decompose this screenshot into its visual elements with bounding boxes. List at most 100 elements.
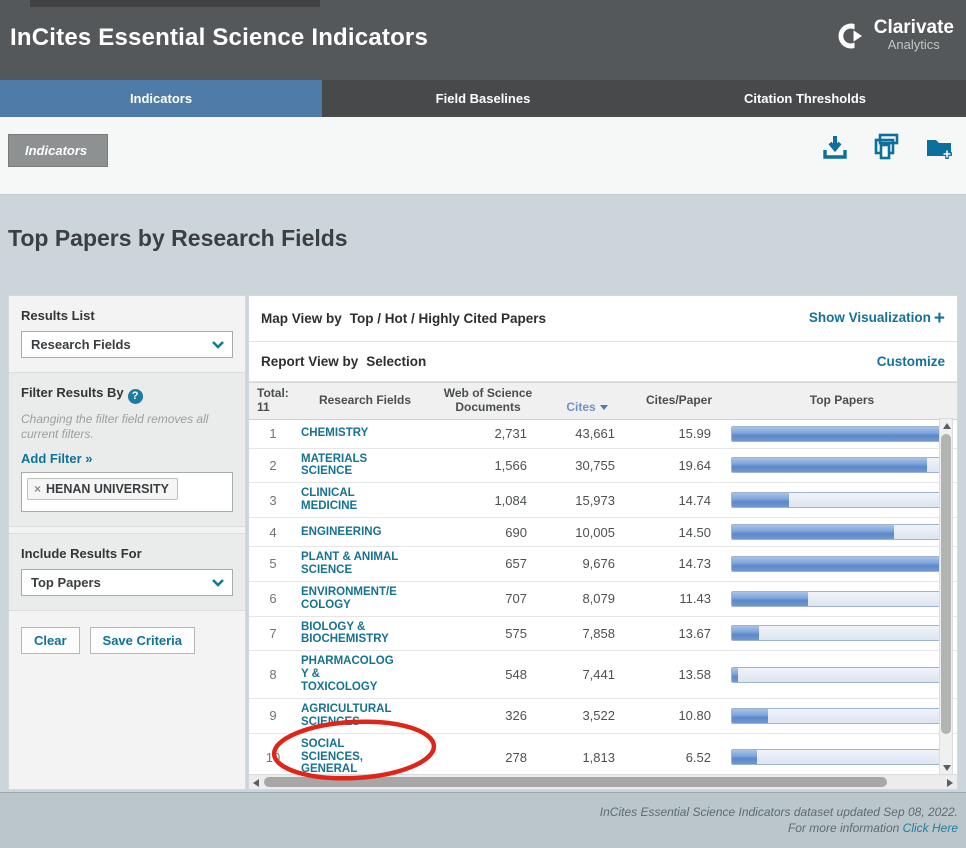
research-field-link[interactable]: AGRICULTURAL SCIENCES <box>297 699 433 733</box>
map-view-title: Top / Hot / Highly Cited Papers <box>349 311 547 326</box>
top-papers-bar-cell <box>727 520 957 544</box>
report-panel: Map View by Top / Hot / Highly Cited Pape… <box>248 295 958 790</box>
include-results-section: Include Results For Top Papers <box>9 532 245 611</box>
cites-per-paper-value: 11.43 <box>679 591 711 607</box>
include-results-label: Include Results For <box>21 545 142 561</box>
cites-per-paper-value: 15.99 <box>678 426 711 442</box>
cites-per-paper-value: 10.80 <box>678 708 711 724</box>
total-count: Total: 11 <box>257 386 289 414</box>
cites-value: 43,661 <box>575 426 615 442</box>
filter-section: Filter Results By? Changing the filter f… <box>9 372 245 527</box>
wos-documents-value: 548 <box>505 667 527 683</box>
help-icon[interactable]: ? <box>127 388 143 404</box>
scroll-left-icon[interactable] <box>253 779 259 787</box>
wos-documents-value: 2,731 <box>494 426 527 442</box>
col-cites-label: Cites <box>566 399 596 414</box>
add-filter-link[interactable]: Add Filter » <box>21 451 93 466</box>
research-field-link[interactable]: CLINICAL MEDICINE <box>297 483 433 517</box>
tab-citation-thresholds[interactable]: Citation Thresholds <box>644 80 966 117</box>
map-view-label: Map View by Top / Hot / Highly Cited Pape… <box>261 311 546 326</box>
map-view-prefix: Map View by <box>261 311 342 326</box>
cites-per-paper-value: 14.50 <box>678 524 711 540</box>
save-criteria-button[interactable]: Save Criteria <box>89 626 196 654</box>
toolbar: Indicators <box>0 117 966 195</box>
show-visualization-link[interactable]: Show Visualization + <box>809 308 945 330</box>
cites-per-paper-value: 6.52 <box>685 749 711 765</box>
sort-desc-icon <box>599 404 608 410</box>
chip-remove-icon[interactable]: × <box>34 483 41 495</box>
top-papers-bar-cell <box>727 453 957 477</box>
top-papers-bar-fill <box>732 458 928 473</box>
footer-line1: InCites Essential Science Indicators dat… <box>599 805 958 819</box>
filter-note: Changing the filter field removes all cu… <box>21 411 209 441</box>
vertical-scrollbar[interactable] <box>939 418 953 776</box>
top-papers-bar-track <box>731 590 943 607</box>
filter-input[interactable]: × HENAN UNIVERSITY <box>21 471 233 512</box>
table-row: 5 PLANT & ANIMAL SCIENCE 657 9,676 14.73 <box>249 547 957 582</box>
click-here-link[interactable]: Click Here <box>903 821 958 835</box>
top-papers-bar-fill <box>732 525 894 540</box>
top-papers-bar-fill <box>732 708 768 723</box>
page-footer: InCites Essential Science Indicators dat… <box>0 792 966 848</box>
filter-label-text: Filter Results By <box>21 385 124 400</box>
horizontal-scroll-thumb[interactable] <box>264 777 887 787</box>
wos-documents-value: 278 <box>505 749 527 765</box>
research-field-link[interactable]: ENGINEERING <box>297 522 433 543</box>
top-papers-bar-cell <box>727 621 957 645</box>
top-papers-bar-fill <box>732 750 758 765</box>
top-papers-bar-cell <box>727 587 957 611</box>
top-papers-bar-fill <box>732 556 942 571</box>
download-icon[interactable] <box>820 132 850 162</box>
col-wos-documents: Web of Science Documents <box>443 386 533 414</box>
table-row: 1 CHEMISTRY 2,731 43,661 15.99 <box>249 420 957 449</box>
col-cites-sort[interactable]: Cites <box>543 383 631 419</box>
customize-link[interactable]: Customize <box>877 354 945 369</box>
top-papers-bar-track <box>731 707 943 724</box>
include-results-select[interactable]: Top Papers <box>21 568 233 596</box>
app-header: InCites Essential Science Indicators Cla… <box>0 0 966 80</box>
brand-name: Clarivate <box>873 17 954 38</box>
vertical-scroll-thumb[interactable] <box>941 434 951 734</box>
esi-app-window: InCites Essential Science Indicators Cla… <box>0 0 966 848</box>
cites-per-paper-value: 14.73 <box>678 556 711 572</box>
clear-button[interactable]: Clear <box>21 626 80 654</box>
row-rank: 8 <box>269 667 277 683</box>
wos-documents-value: 707 <box>505 591 527 607</box>
folder-add-icon[interactable] <box>924 132 954 162</box>
scroll-down-icon[interactable] <box>943 765 951 771</box>
sidebar-filters: Results List Research Fields Filter Resu… <box>8 295 246 790</box>
plus-icon: + <box>933 307 945 329</box>
results-list-select[interactable]: Research Fields <box>21 331 233 358</box>
research-field-link[interactable]: PHARMACOLOG Y & TOXICOLOGY <box>297 651 433 698</box>
tab-field-baselines[interactable]: Field Baselines <box>322 80 644 117</box>
research-field-link[interactable]: PLANT & ANIMAL SCIENCE <box>297 547 433 581</box>
scroll-right-icon[interactable] <box>947 779 953 787</box>
table-row: 6 ENVIRONMENT/E COLOGY 707 8,079 11.43 <box>249 582 957 617</box>
table-row: 9 AGRICULTURAL SCIENCES 326 3,522 10.80 <box>249 699 957 734</box>
report-view-label: Report View by Selection <box>261 354 426 369</box>
scroll-up-icon[interactable] <box>943 423 951 429</box>
cites-value: 15,973 <box>575 492 615 508</box>
table-row: 7 BIOLOGY & BIOCHEMISTRY 575 7,858 13.67 <box>249 617 957 652</box>
cites-value: 30,755 <box>575 457 615 473</box>
research-field-link[interactable]: MATERIALS SCIENCE <box>297 449 433 483</box>
breadcrumb-indicators[interactable]: Indicators <box>8 134 108 167</box>
research-field-link[interactable]: CHEMISTRY <box>297 423 433 444</box>
tab-indicators[interactable]: Indicators <box>0 80 322 117</box>
research-field-link[interactable]: BIOLOGY & BIOCHEMISTRY <box>297 617 433 651</box>
cites-per-paper-value: 14.74 <box>678 492 711 508</box>
top-papers-bar-track <box>731 425 943 442</box>
top-papers-bar-track <box>731 749 943 766</box>
cites-value: 1,813 <box>582 749 615 765</box>
horizontal-scrollbar[interactable] <box>249 774 957 789</box>
top-papers-bar-cell <box>727 488 957 512</box>
filter-chip: × HENAN UNIVERSITY <box>27 477 178 500</box>
main-content: Top Papers by Research Fields Results Li… <box>0 195 966 792</box>
wos-documents-value: 657 <box>505 556 527 572</box>
print-icon[interactable] <box>872 132 902 162</box>
cites-value: 3,522 <box>582 708 615 724</box>
research-field-link[interactable]: ENVIRONMENT/E COLOGY <box>297 582 433 616</box>
clarivate-logo: Clarivate Analytics <box>837 18 954 52</box>
cites-per-paper-value: 13.58 <box>678 667 711 683</box>
row-rank: 9 <box>269 708 277 724</box>
